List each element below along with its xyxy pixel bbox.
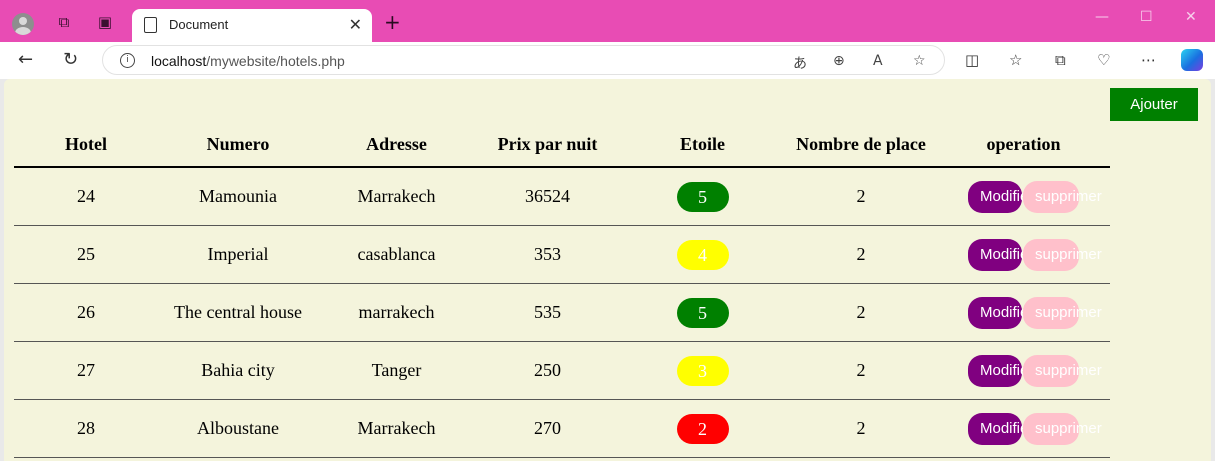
hotel-cell: 24	[14, 167, 158, 226]
delete-button[interactable]: supprimer	[1023, 180, 1102, 213]
star-rating-badge: 4	[676, 239, 729, 270]
address-bar[interactable]: i localhost/mywebsite/hotels.php あ ⊕ A ☆	[102, 45, 945, 75]
operation-cell: Modifier supprimer	[937, 283, 1110, 342]
delete-button[interactable]: supprimer	[1023, 296, 1102, 329]
document-icon	[144, 17, 157, 33]
adresse-cell: casablanca	[318, 225, 475, 284]
maximize-icon[interactable]: ☐	[1140, 9, 1153, 25]
hotel-cell: 27	[14, 341, 158, 400]
prix-cell: 36524	[475, 167, 620, 226]
copilot-icon[interactable]	[1181, 49, 1203, 71]
browser-toolbar: ← ↻ i localhost/mywebsite/hotels.php あ ⊕…	[0, 42, 1215, 79]
delete-button[interactable]: supprimer	[1023, 238, 1102, 271]
workspaces-icon[interactable]: ⧉	[54, 13, 74, 31]
places-cell: 2	[785, 399, 937, 458]
read-aloud-icon[interactable]: A	[873, 53, 883, 69]
table-row: 28 Alboustane Marrakech 270 2 2 Modifier suppri…	[14, 399, 1110, 458]
close-tab-icon[interactable]: ✕	[349, 15, 362, 34]
translate-icon[interactable]: あ	[793, 53, 807, 73]
browser-essentials-icon[interactable]: ♡	[1097, 51, 1110, 69]
url-host: localhost	[151, 53, 207, 69]
browser-titlebar: ⧉ ▣ Document ✕ + — ☐ ✕	[0, 0, 1215, 42]
numero-cell: Mamounia	[158, 167, 318, 226]
delete-button[interactable]: supprimer	[1023, 354, 1102, 387]
col-etoile: Etoile	[620, 122, 785, 168]
etoile-cell: 4	[620, 225, 785, 284]
star-rating-badge: 5	[676, 181, 729, 212]
add-hotel-button[interactable]: Ajouter	[1110, 88, 1198, 121]
profile-avatar[interactable]	[12, 13, 34, 35]
modify-button[interactable]: Modifier	[968, 296, 1033, 329]
new-tab-button[interactable]: +	[384, 12, 401, 32]
prix-cell: 535	[475, 283, 620, 342]
col-prix: Prix par nuit	[475, 122, 620, 168]
etoile-cell: 3	[620, 341, 785, 400]
etoile-cell: 5	[620, 167, 785, 226]
table-row: 26 The central house marrakech 535 5 2 Modifie…	[14, 283, 1110, 342]
places-cell: 2	[785, 167, 937, 226]
hotel-cell: 28	[14, 399, 158, 458]
numero-cell: Imperial	[158, 225, 318, 284]
hotels-table: Hotel Numero Adresse Prix par nuit Etoil…	[14, 122, 1110, 458]
numero-cell: The central house	[158, 283, 318, 342]
back-icon[interactable]: ←	[18, 50, 33, 70]
col-hotel: Hotel	[14, 122, 158, 168]
hotel-cell: 26	[14, 283, 158, 342]
minimize-icon[interactable]: —	[1095, 9, 1109, 25]
window-close-icon[interactable]: ✕	[1185, 9, 1197, 25]
star-rating-badge: 2	[676, 413, 729, 444]
url-text[interactable]: localhost/mywebsite/hotels.php	[151, 53, 345, 69]
split-screen-icon[interactable]: ◫	[965, 51, 979, 69]
prix-cell: 353	[475, 225, 620, 284]
operation-cell: Modifier supprimer	[937, 341, 1110, 400]
operation-cell: Modifier supprimer	[937, 225, 1110, 284]
col-operation: operation	[937, 122, 1110, 168]
modify-button[interactable]: Modifier	[968, 180, 1033, 213]
places-cell: 2	[785, 341, 937, 400]
places-cell: 2	[785, 225, 937, 284]
url-path: /mywebsite/hotels.php	[206, 53, 345, 69]
vertical-tabs-icon[interactable]: ▣	[95, 13, 115, 31]
site-info-icon[interactable]: i	[120, 53, 135, 68]
table-row: 25 Imperial casablanca 353 4 2 Modifier supprim…	[14, 225, 1110, 284]
collections-icon[interactable]: ⧉	[1055, 51, 1066, 69]
star-rating-badge: 5	[676, 297, 729, 328]
operation-cell: Modifier supprimer	[937, 399, 1110, 458]
tab-document[interactable]: Document ✕	[132, 9, 372, 42]
tab-title: Document	[169, 17, 229, 32]
etoile-cell: 2	[620, 399, 785, 458]
modify-button[interactable]: Modifier	[968, 412, 1033, 445]
table-header-row: Hotel Numero Adresse Prix par nuit Etoil…	[14, 122, 1110, 168]
favorite-star-icon[interactable]: ☆	[913, 53, 926, 69]
table-row: 27 Bahia city Tanger 250 3 2 Modifier supprimer	[14, 341, 1110, 400]
star-rating-badge: 3	[676, 355, 729, 386]
col-numero: Numero	[158, 122, 318, 168]
refresh-icon[interactable]: ↻	[63, 50, 78, 70]
modify-button[interactable]: Modifier	[968, 238, 1033, 271]
hotel-cell: 25	[14, 225, 158, 284]
numero-cell: Bahia city	[158, 341, 318, 400]
prix-cell: 270	[475, 399, 620, 458]
modify-button[interactable]: Modifier	[968, 354, 1033, 387]
adresse-cell: Marrakech	[318, 167, 475, 226]
page-viewport: Ajouter Hotel Numero Adresse Prix par nu…	[4, 79, 1211, 461]
adresse-cell: marrakech	[318, 283, 475, 342]
delete-button[interactable]: supprimer	[1023, 412, 1102, 445]
more-options-icon[interactable]: ⋯	[1141, 51, 1156, 69]
places-cell: 2	[785, 283, 937, 342]
prix-cell: 250	[475, 341, 620, 400]
col-adresse: Adresse	[318, 122, 475, 168]
operation-cell: Modifier supprimer	[937, 167, 1110, 226]
col-places: Nombre de place	[785, 122, 937, 168]
adresse-cell: Tanger	[318, 341, 475, 400]
table-row: 24 Mamounia Marrakech 36524 5 2 Modifier suppri…	[14, 167, 1110, 226]
numero-cell: Alboustane	[158, 399, 318, 458]
zoom-icon[interactable]: ⊕	[833, 53, 845, 69]
favorites-icon[interactable]: ☆	[1009, 51, 1022, 69]
adresse-cell: Marrakech	[318, 399, 475, 458]
etoile-cell: 5	[620, 283, 785, 342]
